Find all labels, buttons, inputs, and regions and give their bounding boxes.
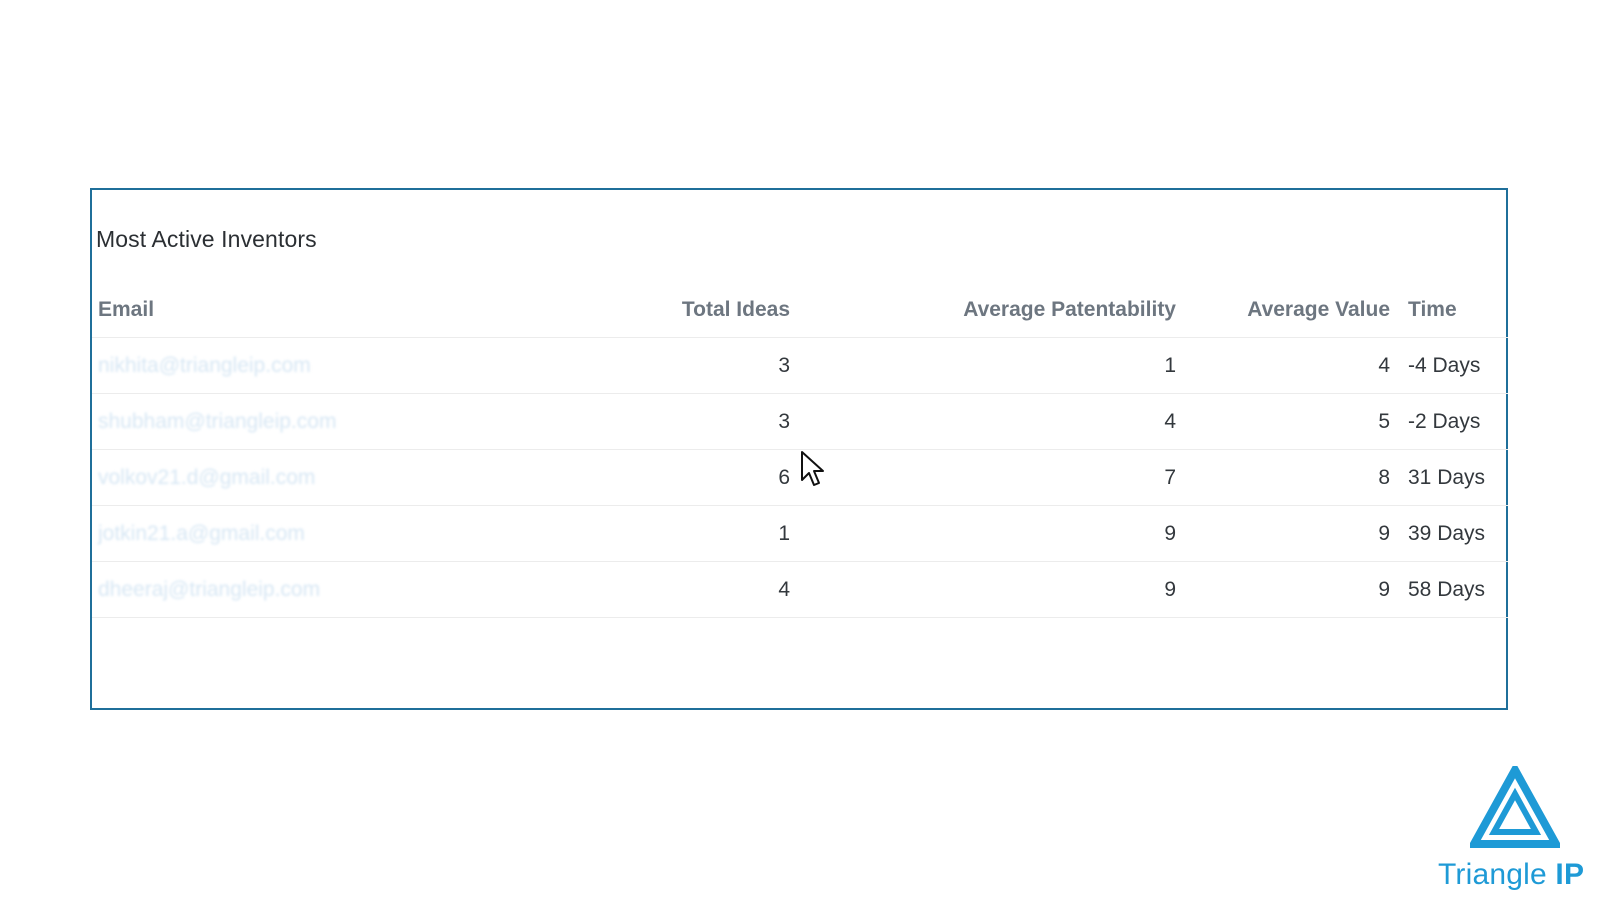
average-value-cell: 4 <box>1378 354 1390 377</box>
column-header-total-ideas[interactable]: Total Ideas <box>682 282 790 338</box>
total-ideas-cell: 6 <box>778 466 790 489</box>
total-ideas-cell: 1 <box>778 522 790 545</box>
column-header-average-patentability[interactable]: Average Patentability <box>963 282 1176 338</box>
column-header-average-value[interactable]: Average Value <box>1247 282 1390 338</box>
brand-name-bold: IP <box>1555 858 1585 891</box>
email-cell: shubham@triangleip.com <box>98 410 337 433</box>
email-cell: dheeraj@triangleip.com <box>98 578 321 601</box>
average-value-cell: 8 <box>1378 466 1390 489</box>
average-patentability-cell: 1 <box>1164 354 1176 377</box>
mouse-pointer-icon <box>801 451 824 486</box>
time-cell: -4 Days <box>1408 354 1481 377</box>
time-cell: -2 Days <box>1408 410 1481 433</box>
table-row[interactable]: jotkin21.a@gmail.com 1 9 9 39 Days <box>92 506 1508 562</box>
table-row[interactable]: shubham@triangleip.com 3 4 5 -2 Days <box>92 394 1508 450</box>
average-patentability-cell: 9 <box>1164 578 1176 601</box>
average-patentability-cell: 7 <box>1164 466 1176 489</box>
triangle-ip-logo-icon <box>1470 766 1560 848</box>
average-patentability-cell: 4 <box>1164 410 1176 433</box>
table-header-row: Email Total Ideas Average Patentability … <box>92 282 1508 338</box>
brand-name: Triangle IP <box>1438 858 1584 892</box>
total-ideas-cell: 3 <box>778 354 790 377</box>
email-cell: volkov21.d@gmail.com <box>98 466 316 489</box>
card-title: Most Active Inventors <box>96 226 317 252</box>
total-ideas-cell: 4 <box>778 578 790 601</box>
brand-name-regular: Triangle <box>1438 858 1556 891</box>
time-cell: 39 Days <box>1408 522 1486 545</box>
total-ideas-cell: 3 <box>778 410 790 433</box>
column-header-email[interactable]: Email <box>98 282 154 338</box>
average-value-cell: 9 <box>1378 578 1390 601</box>
time-cell: 58 Days <box>1408 578 1486 601</box>
average-value-cell: 5 <box>1378 410 1390 433</box>
most-active-inventors-card: Most Active Inventors Email Total Ideas … <box>90 188 1508 710</box>
time-cell: 31 Days <box>1408 466 1486 489</box>
average-patentability-cell: 9 <box>1164 522 1176 545</box>
triangle-ip-logo: Triangle IP <box>1438 766 1588 896</box>
table-row[interactable]: nikhita@triangleip.com 3 1 4 -4 Days <box>92 338 1508 394</box>
email-cell: jotkin21.a@gmail.com <box>98 522 305 545</box>
email-cell: nikhita@triangleip.com <box>98 354 311 377</box>
table-row[interactable]: dheeraj@triangleip.com 4 9 9 58 Days <box>92 562 1508 618</box>
average-value-cell: 9 <box>1378 522 1390 545</box>
column-header-time[interactable]: Time <box>1408 282 1457 338</box>
